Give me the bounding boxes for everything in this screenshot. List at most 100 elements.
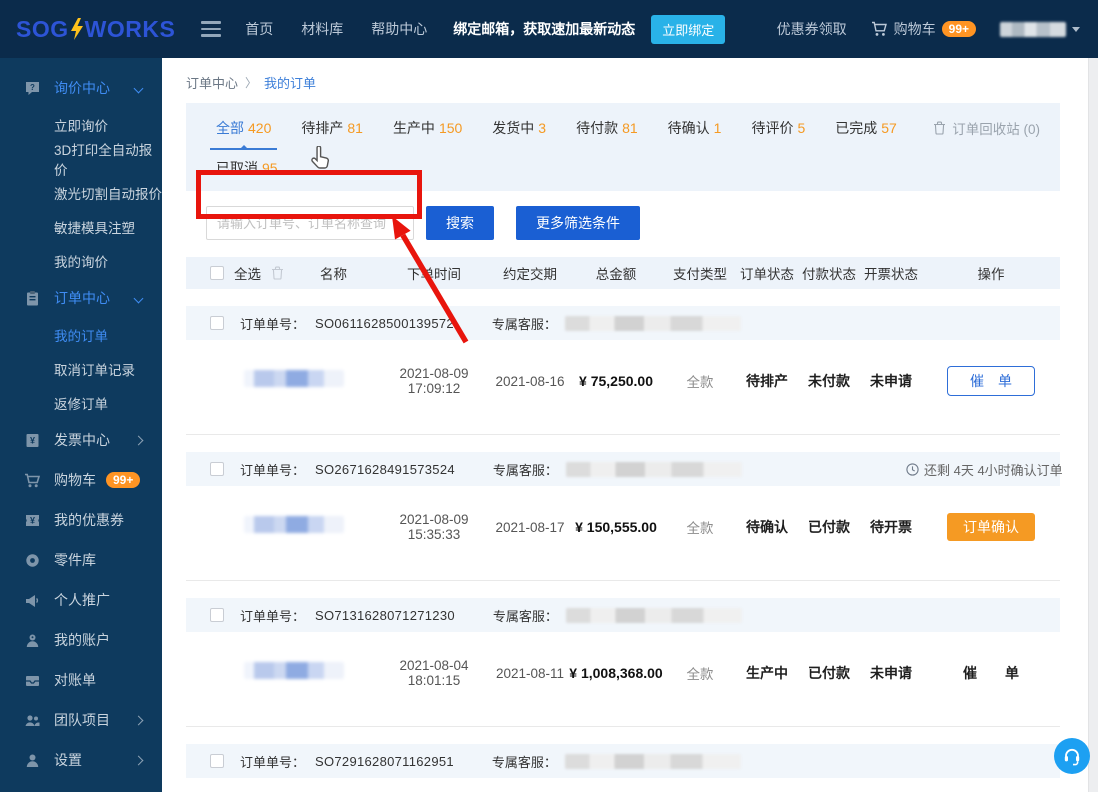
order-amount: ¥ 150,555.00 bbox=[575, 519, 657, 535]
sidebar-item-my-account[interactable]: 我的账户 bbox=[0, 620, 162, 660]
chevron-right-icon bbox=[133, 755, 144, 765]
sidebar-item-my-coupons[interactable]: ¥ 我的优惠券 bbox=[0, 500, 162, 540]
statement-icon bbox=[26, 675, 39, 686]
search-button[interactable]: 搜索 bbox=[426, 206, 494, 240]
coupon-claim-link[interactable]: 优惠券领取 bbox=[777, 19, 847, 39]
nav-links: 首页 材料库 帮助中心 bbox=[245, 19, 427, 39]
order-amount: ¥ 75,250.00 bbox=[579, 373, 653, 389]
tab-cancelled[interactable]: 已取消 95 bbox=[216, 158, 278, 178]
order-checkbox[interactable] bbox=[210, 316, 224, 330]
sidebar-item-cart[interactable]: 购物车 99+ bbox=[0, 460, 162, 500]
sidebar-item-laser-cut-quote[interactable]: 激光切割自动报价 bbox=[0, 176, 162, 210]
confirm-order-button[interactable]: 订单确认 bbox=[947, 513, 1035, 541]
sidebar-item-personal-promotion[interactable]: 个人推广 bbox=[0, 580, 162, 620]
sidebar-item-label: 团队项目 bbox=[54, 712, 110, 728]
bind-now-button[interactable]: 立即绑定 bbox=[651, 14, 726, 44]
coupon-icon: ¥ bbox=[26, 514, 39, 526]
tab-pending-schedule[interactable]: 待排产 81 bbox=[301, 118, 363, 138]
order-time: 2021-08-04 18:01:15 bbox=[399, 658, 469, 688]
pay-type: 全款 bbox=[686, 667, 714, 682]
customer-service-blurred bbox=[565, 461, 742, 477]
divider bbox=[186, 726, 1060, 727]
sidebar-item-inquire-now[interactable]: 立即询价 bbox=[0, 108, 162, 142]
sidebar-item-my-inquiries[interactable]: 我的询价 bbox=[0, 244, 162, 278]
order-checkbox[interactable] bbox=[210, 462, 224, 476]
chevron-right-icon bbox=[133, 715, 144, 725]
nav-link-help[interactable]: 帮助中心 bbox=[371, 19, 427, 39]
pay-status: 未付款 bbox=[808, 373, 850, 389]
sidebar-item-order-center[interactable]: 订单中心 bbox=[0, 278, 162, 318]
sidebar-cart-badge: 99+ bbox=[106, 472, 141, 488]
tab-pending-review[interactable]: 待评价 5 bbox=[751, 118, 805, 138]
sogaworks-logo[interactable]: SOG WORKS bbox=[16, 16, 175, 43]
sidebar-item-label: 发票中心 bbox=[54, 432, 110, 448]
tab-in-production[interactable]: 生产中 150 bbox=[393, 118, 462, 138]
sidebar-item-inquiry-center[interactable]: ? 询价中心 bbox=[0, 68, 162, 108]
order-status: 待排产 bbox=[746, 373, 788, 389]
sidebar-item-3d-print-quote[interactable]: 3D打印全自动报价 bbox=[0, 142, 162, 178]
clipboard-icon bbox=[27, 290, 38, 305]
settings-icon bbox=[26, 754, 39, 767]
more-filters-button[interactable]: 更多筛选条件 bbox=[516, 206, 640, 240]
nav-link-materials[interactable]: 材料库 bbox=[301, 19, 343, 39]
order-name-blurred[interactable] bbox=[244, 370, 344, 387]
order-time: 2021-08-09 17:09:12 bbox=[399, 366, 469, 396]
pay-status: 已付款 bbox=[808, 519, 850, 535]
sidebar-item-parts-library[interactable]: 零件库 bbox=[0, 540, 162, 580]
col-due-date: 约定交期 bbox=[503, 267, 557, 282]
sidebar-item-invoice-center[interactable]: ¥ 发票中心 bbox=[0, 420, 162, 460]
sidebar-item-label: 我的账户 bbox=[54, 632, 110, 648]
scrollbar-track[interactable] bbox=[1088, 58, 1098, 792]
sidebar-item-label: 我的优惠券 bbox=[54, 512, 124, 528]
tab-shipping[interactable]: 发货中 3 bbox=[492, 118, 546, 138]
customer-service-blurred bbox=[565, 607, 742, 623]
order-block: 订单单号： SO2671628491573524 专属客服： 还剩 4天 4小时… bbox=[186, 452, 1063, 581]
logo-text-sog: SOG bbox=[16, 15, 69, 42]
trash-icon[interactable] bbox=[271, 266, 284, 280]
table-header: 全选 名称 下单时间 约定交期 总金额 支付类型 订单状态 付款状态 开票状态 … bbox=[186, 257, 1060, 289]
order-recycle-bin[interactable]: 订单回收站 (0) bbox=[933, 118, 1040, 138]
tab-completed[interactable]: 已完成 57 bbox=[835, 118, 897, 138]
sidebar-item-my-orders[interactable]: 我的订单 bbox=[0, 318, 162, 352]
sidebar-item-cancelled-orders[interactable]: 取消订单记录 bbox=[0, 352, 162, 386]
navbar-cart[interactable]: 购物车 99+ bbox=[871, 19, 976, 39]
sidebar-item-rapid-molding[interactable]: 敏捷模具注塑 bbox=[0, 210, 162, 244]
urge-order-button[interactable]: 催 单 bbox=[947, 366, 1035, 396]
order-amount: ¥ 1,008,368.00 bbox=[569, 665, 663, 681]
urge-order-text[interactable]: 催 单 bbox=[963, 663, 1019, 683]
breadcrumb-parent[interactable]: 订单中心 bbox=[186, 73, 238, 92]
order-status: 生产中 bbox=[746, 665, 788, 681]
order-block: 订单单号： SO0611628500139572 专属客服： 2021-08-0… bbox=[186, 306, 1060, 435]
col-order-time: 下单时间 bbox=[407, 267, 461, 282]
invoice-status: 未申请 bbox=[870, 665, 912, 681]
search-row: 搜索 更多筛选条件 bbox=[186, 206, 1060, 240]
headset-icon bbox=[1064, 748, 1080, 766]
menu-toggle-icon[interactable] bbox=[201, 21, 222, 37]
order-checkbox[interactable] bbox=[210, 754, 224, 768]
cart-icon bbox=[25, 473, 41, 487]
customer-service-fab[interactable] bbox=[1054, 738, 1090, 774]
sidebar-item-team-projects[interactable]: 团队项目 bbox=[0, 700, 162, 740]
user-account-menu[interactable] bbox=[1000, 21, 1080, 37]
select-all-checkbox[interactable] bbox=[210, 266, 224, 280]
search-input[interactable] bbox=[206, 206, 414, 240]
order-time: 2021-08-09 15:35:33 bbox=[399, 512, 469, 542]
order-name-blurred[interactable] bbox=[244, 516, 344, 533]
tab-pending-confirm[interactable]: 待确认 1 bbox=[668, 118, 722, 138]
tab-pending-payment[interactable]: 待付款 81 bbox=[576, 118, 638, 138]
confirm-countdown: 还剩 4天 4小时确认订单 bbox=[906, 452, 1074, 486]
order-block: 订单单号： SO7131628071271230 专属客服： 2021-08-0… bbox=[186, 598, 1060, 727]
sidebar-item-repair-orders[interactable]: 返修订单 bbox=[0, 386, 162, 420]
sidebar-item-settings[interactable]: 设置 bbox=[0, 740, 162, 780]
order-row: 2021-08-09 17:09:12 2021-08-16 ¥ 75,250.… bbox=[186, 340, 1060, 422]
tab-all[interactable]: 全部 420 bbox=[209, 118, 278, 150]
order-checkbox[interactable] bbox=[210, 608, 224, 622]
customer-service-blurred bbox=[564, 753, 741, 769]
sidebar: ? 询价中心 立即询价 3D打印全自动报价 激光切割自动报价 敏捷模具注塑 我的… bbox=[0, 58, 162, 792]
nav-link-home[interactable]: 首页 bbox=[245, 19, 273, 39]
order-status: 待确认 bbox=[746, 519, 788, 535]
order-name-blurred[interactable] bbox=[244, 662, 344, 679]
chat-question-icon: ? bbox=[26, 81, 39, 95]
sidebar-item-statements[interactable]: 对账单 bbox=[0, 660, 162, 700]
svg-text:?: ? bbox=[30, 83, 35, 92]
